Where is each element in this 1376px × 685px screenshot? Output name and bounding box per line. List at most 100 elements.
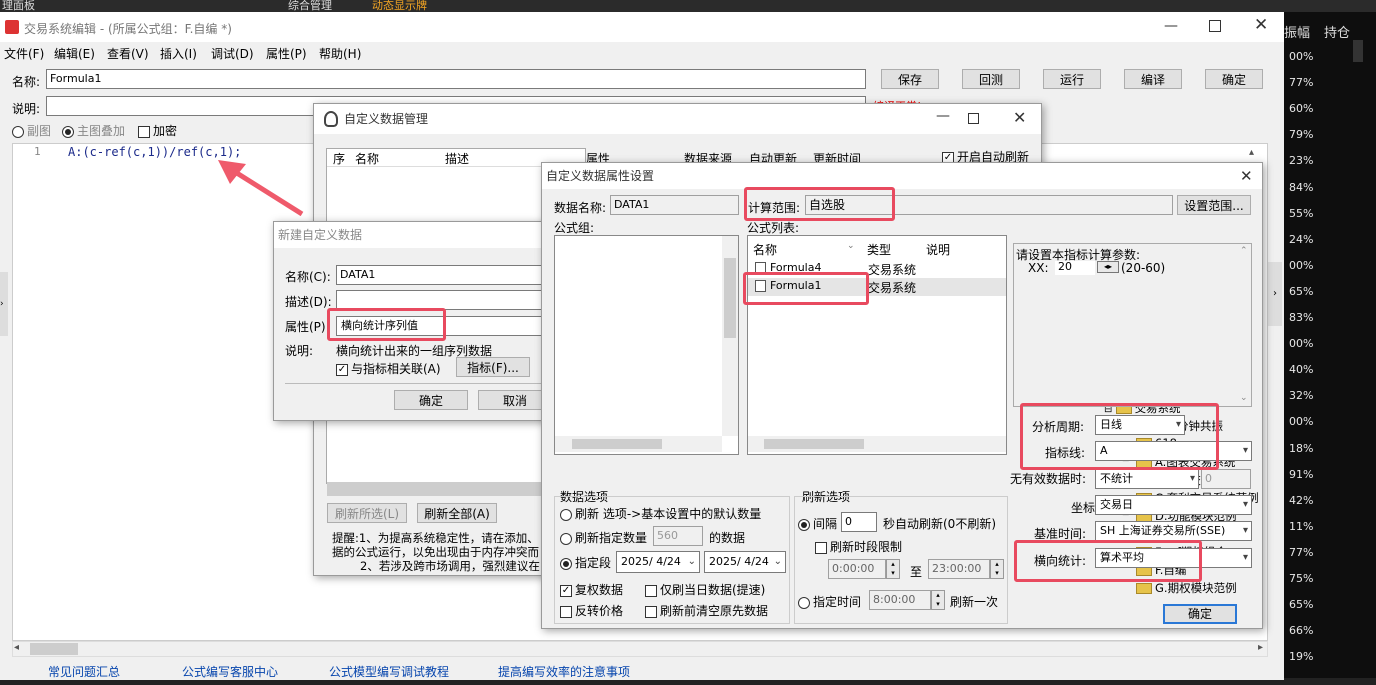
menu-file[interactable]: 文件(F) — [4, 45, 44, 62]
list-col-type[interactable]: 类型 — [867, 241, 891, 258]
set-range-button[interactable]: 设置范围... — [1177, 195, 1251, 215]
spin-icon[interactable]: ▴ ▾ — [990, 559, 1004, 579]
percent-cell: 91% — [1289, 467, 1314, 481]
opt-specified-count[interactable]: 刷新指定数量 — [560, 529, 647, 546]
count-input[interactable]: 560 — [653, 526, 703, 546]
scroll-up-icon[interactable]: ▴ — [1249, 147, 1254, 158]
param-spin[interactable]: ◂▸ — [1097, 261, 1119, 273]
line-select[interactable]: A ▾ — [1095, 441, 1252, 461]
opt-encrypt[interactable]: 加密 — [138, 122, 177, 139]
list-hscroll-thumb[interactable] — [764, 439, 864, 449]
col-header-position: 持仓 — [1324, 26, 1351, 41]
link-tutorial[interactable]: 公式模型编写调试教程 — [329, 663, 449, 680]
ok-button[interactable]: 确定 — [1205, 69, 1263, 89]
menu-insert[interactable]: 插入(I) — [160, 45, 197, 62]
chk-today-only[interactable]: 仅刷当日数据(提速) — [645, 581, 765, 598]
table-hscroll[interactable] — [327, 482, 542, 496]
date-to[interactable]: 2025/ 4/24 ⌄ — [704, 551, 786, 573]
percent-cell: 66% — [1289, 624, 1314, 638]
formula-name-input[interactable]: Formula1 — [46, 69, 866, 89]
close-icon[interactable]: ✕ — [1013, 108, 1026, 127]
params-scroll-down[interactable]: ⌄ — [1240, 393, 1248, 403]
invalid-num[interactable]: 0 — [1201, 469, 1251, 489]
formula-group-tree[interactable] — [554, 235, 739, 455]
run-button[interactable]: 运行 — [1043, 69, 1101, 89]
list-row[interactable]: Formula1 交易系统 — [748, 278, 1006, 296]
opt-interval[interactable]: 间隔 — [798, 515, 837, 532]
spin-icon[interactable]: ▴ ▾ — [931, 590, 945, 610]
time-from[interactable]: 0:00:00 — [828, 559, 886, 579]
chk-time-limit[interactable]: 刷新时段限制 — [815, 538, 902, 555]
list-col-desc[interactable]: 说明 — [926, 241, 950, 258]
time-to-label: 至 — [910, 565, 923, 579]
interval-input[interactable]: 0 — [841, 512, 877, 532]
left-edge-tab[interactable]: › — [0, 272, 8, 336]
hscroll-thumb[interactable] — [30, 643, 78, 655]
menu-edit[interactable]: 编辑(E) — [54, 45, 95, 62]
refresh-selected-button[interactable]: 刷新所选(L) — [327, 503, 407, 523]
right-scrollbar[interactable] — [1353, 40, 1363, 62]
new-attr-select[interactable]: 横向统计序列值▾ — [336, 316, 550, 336]
chk-clear[interactable]: 刷新前清空原先数据 — [645, 602, 768, 619]
chk-adjusted[interactable]: ✓ 复权数据 — [560, 581, 623, 598]
tree-item[interactable]: G.期权模块范例 — [1136, 580, 1237, 596]
new-desc-input[interactable] — [336, 290, 550, 310]
spin-icon[interactable]: ▴ ▾ — [886, 559, 900, 579]
at-time-suffix: 刷新一次 — [950, 595, 999, 609]
link-efficiency[interactable]: 提高编写效率的注意事项 — [498, 663, 630, 680]
backtest-button[interactable]: 回测 — [962, 69, 1020, 89]
col-seq[interactable]: 序 — [333, 150, 345, 167]
save-button[interactable]: 保存 — [881, 69, 939, 89]
new-name-input[interactable]: DATA1 — [336, 265, 550, 285]
opt-date-range[interactable]: 指定段 — [560, 554, 611, 571]
menu-debug[interactable]: 调试(D) — [211, 45, 254, 62]
data-name-label: 数据名称: — [554, 201, 607, 215]
percent-cell: 18% — [1289, 441, 1314, 455]
new-ok-button[interactable]: 确定 — [394, 390, 468, 410]
opt-at-time[interactable]: 指定时间 — [798, 593, 861, 610]
indicator-button[interactable]: 指标(F)... — [456, 357, 530, 377]
chk-reverse[interactable]: 反转价格 — [560, 602, 623, 619]
coord-select[interactable]: 交易日 ▾ — [1095, 495, 1252, 515]
link-support[interactable]: 公式编写客服中心 — [182, 663, 278, 680]
minimize-icon[interactable]: — — [1164, 18, 1178, 34]
params-scroll-up[interactable]: ⌃ — [1240, 246, 1248, 256]
base-select[interactable]: SH 上海证券交易所(SSE) ▾ — [1095, 521, 1252, 541]
line-label: 指标线: — [1045, 446, 1086, 460]
col-desc[interactable]: 描述 — [445, 150, 469, 167]
opt-subchart[interactable]: 副图 — [12, 122, 51, 139]
menu-view[interactable]: 查看(V) — [107, 45, 149, 62]
list-row[interactable]: Formula4 交易系统 — [748, 260, 1006, 278]
props-ok-button[interactable]: 确定 — [1163, 604, 1237, 624]
tree-vscroll-thumb[interactable] — [724, 258, 736, 338]
close-icon[interactable]: ✕ — [1254, 15, 1268, 35]
period-select[interactable]: 日线 ▾ — [1095, 415, 1185, 435]
tree-hscroll-thumb[interactable] — [572, 439, 662, 449]
close-icon[interactable]: ✕ — [1240, 167, 1253, 185]
percent-cell: 75% — [1289, 572, 1314, 585]
at-time-input[interactable]: 8:00:00 — [869, 590, 931, 610]
opt-default-count[interactable]: 刷新 选项->基本设置中的默认数量 — [560, 505, 761, 522]
invalid-select[interactable]: 不统计 ▾ — [1095, 469, 1199, 489]
menu-property[interactable]: 属性(P) — [266, 45, 307, 62]
right-edge-tab[interactable]: › — [1268, 262, 1282, 326]
list-col-name[interactable]: 名称 — [753, 241, 777, 258]
hscroll[interactable] — [12, 641, 1268, 657]
refresh-all-button[interactable]: 刷新全部(A) — [417, 503, 497, 523]
time-to[interactable]: 23:00:00 — [928, 559, 990, 579]
link-faq[interactable]: 常见问题汇总 — [48, 663, 120, 680]
col-name[interactable]: 名称 — [355, 150, 379, 167]
scroll-left-icon[interactable]: ◂ — [14, 642, 19, 653]
horiz-select[interactable]: 算术平均 ▾ — [1095, 548, 1252, 568]
percent-cell: 11% — [1289, 519, 1314, 533]
param-value-input[interactable]: 20 — [1055, 261, 1095, 275]
maximize-icon[interactable] — [968, 113, 979, 124]
minimize-icon[interactable]: — — [936, 108, 950, 124]
related-indicator-check[interactable]: ✓ 与指标相关联(A) — [336, 360, 441, 377]
maximize-icon[interactable] — [1209, 20, 1221, 32]
scroll-right-icon[interactable]: ▸ — [1258, 642, 1263, 653]
date-from[interactable]: 2025/ 4/24 ⌄ — [616, 551, 700, 573]
opt-main-overlay[interactable]: 主图叠加 — [62, 122, 125, 139]
compile-button[interactable]: 编译 — [1124, 69, 1182, 89]
menu-help[interactable]: 帮助(H) — [319, 45, 361, 62]
